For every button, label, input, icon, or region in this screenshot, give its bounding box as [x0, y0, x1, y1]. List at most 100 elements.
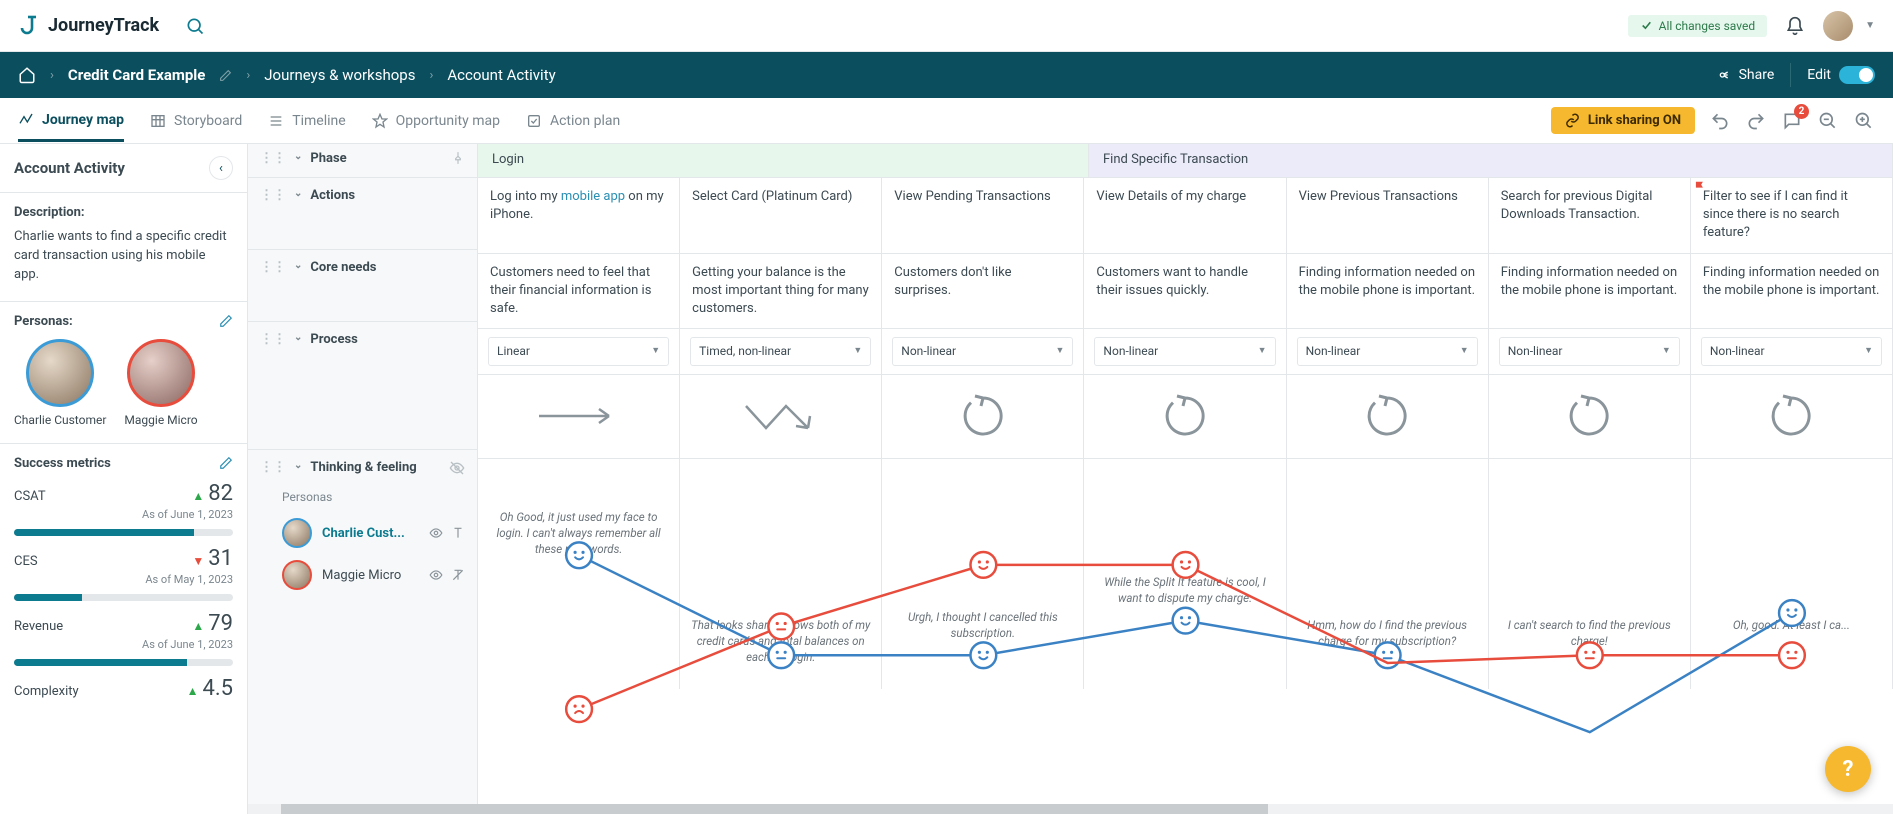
undo-icon[interactable] [1709, 110, 1731, 132]
process-select[interactable]: Non-linear▼ [1094, 337, 1275, 366]
comments-icon[interactable]: 2 [1781, 110, 1803, 132]
grip-icon[interactable]: ⋮⋮ [260, 260, 286, 275]
chevron-down-icon[interactable]: ⌄ [294, 460, 302, 471]
thinking-persona-maggie[interactable]: Maggie Micro [282, 554, 465, 596]
grip-icon[interactable]: ⋮⋮ [260, 188, 286, 203]
link-sharing-button[interactable]: Link sharing ON [1551, 107, 1695, 134]
thinking-persona-charlie[interactable]: Charlie Cust... [282, 512, 465, 554]
process-visual [478, 375, 680, 458]
action-cell[interactable]: Select Card (Platinum Card) [680, 178, 882, 253]
redo-icon[interactable] [1745, 110, 1767, 132]
thinking-cell[interactable]: Oh Good, it just used my face to login. … [478, 459, 680, 689]
process-cell: Linear▼ [478, 329, 680, 374]
process-select[interactable]: Non-linear▼ [892, 337, 1073, 366]
phase-login[interactable]: Login [478, 144, 1089, 177]
need-cell[interactable]: Finding information needed on the mobile… [1287, 254, 1489, 329]
action-cell[interactable]: View Details of my charge [1084, 178, 1286, 253]
chevron-down-icon[interactable]: ⌄ [294, 188, 302, 199]
breadcrumb-project[interactable]: Credit Card Example [68, 66, 205, 84]
persona-name: Maggie Micro [124, 413, 197, 427]
horizontal-scrollbar[interactable] [248, 804, 1893, 814]
process-select[interactable]: Non-linear▼ [1297, 337, 1478, 366]
need-cell[interactable]: Finding information needed on the mobile… [1691, 254, 1893, 329]
share-button[interactable]: Share [1717, 67, 1775, 83]
home-icon[interactable] [18, 66, 36, 84]
action-cell[interactable]: Search for previous Digital Downloads Tr… [1489, 178, 1691, 253]
rowlabel-needs[interactable]: ⋮⋮ ⌄ Core needs [248, 250, 477, 322]
grip-icon[interactable]: ⋮⋮ [260, 460, 286, 475]
sidebar-header: Account Activity ‹ [0, 144, 247, 193]
visibility-icon[interactable] [449, 460, 465, 476]
zoom-out-icon[interactable] [1817, 110, 1839, 132]
rowlabel-thinking[interactable]: ⋮⋮ ⌄ Thinking & feeling [248, 450, 477, 486]
thinking-text: Oh Good, it just used my face to login. … [486, 509, 671, 557]
tab-opportunity[interactable]: Opportunity map [372, 102, 500, 140]
need-cell[interactable]: Getting your balance is the most importa… [680, 254, 882, 329]
process-select[interactable]: Timed, non-linear▼ [690, 337, 871, 366]
toggle-switch[interactable] [1839, 66, 1875, 84]
chevron-down-icon[interactable]: ⌄ [294, 332, 302, 343]
visibility-icon[interactable] [429, 526, 443, 540]
sidebar: Account Activity ‹ Description: Charlie … [0, 144, 248, 814]
metric-complexity: Complexity ▲4.5 [14, 676, 233, 701]
breadcrumb-page[interactable]: Account Activity [447, 66, 555, 84]
sidebar-personas-block: Personas: Charlie Customer Maggie Micro [0, 302, 247, 444]
process-select[interactable]: Linear▼ [488, 337, 669, 366]
tab-timeline[interactable]: Timeline [268, 102, 345, 140]
phase-find[interactable]: Find Specific Transaction [1089, 144, 1893, 177]
tab-label: Opportunity map [396, 113, 500, 129]
thinking-cell[interactable]: That looks sharp…shows both of my credit… [680, 459, 882, 689]
breadcrumb-section[interactable]: Journeys & workshops [264, 66, 415, 84]
chevron-down-icon[interactable]: ⌄ [294, 260, 302, 271]
avatar[interactable] [1823, 11, 1853, 41]
grip-icon[interactable]: ⋮⋮ [260, 332, 286, 347]
action-cell[interactable]: Log into my mobile app on my iPhone. [478, 178, 680, 253]
text-icon[interactable] [451, 526, 465, 540]
persona-maggie[interactable]: Maggie Micro [124, 339, 197, 427]
action-cell[interactable]: View Previous Transactions [1287, 178, 1489, 253]
grip-icon[interactable]: ⋮⋮ [260, 151, 286, 166]
chevron-down-icon[interactable]: ⌄ [294, 151, 302, 162]
search-icon[interactable] [185, 16, 205, 36]
thinking-cell[interactable]: Oh, good. At least I ca... [1691, 459, 1893, 689]
need-cell[interactable]: Finding information needed on the mobile… [1489, 254, 1691, 329]
link[interactable]: mobile app [561, 189, 625, 204]
chevron-down-icon: ▼ [1056, 345, 1065, 358]
need-cell[interactable]: Customers need to feel that their financ… [478, 254, 680, 329]
edit-metrics-icon[interactable] [219, 456, 233, 470]
tab-storyboard[interactable]: Storyboard [150, 102, 242, 140]
zoom-in-icon[interactable] [1853, 110, 1875, 132]
thinking-cell[interactable]: Hmm, how do I find the previous charge f… [1287, 459, 1489, 689]
thinking-cell[interactable]: While the Split It feature is cool, I wa… [1084, 459, 1286, 689]
process-select[interactable]: Non-linear▼ [1499, 337, 1680, 366]
edit-project-icon[interactable] [219, 69, 232, 82]
action-cell[interactable]: Filter to see if I can find it since the… [1691, 178, 1893, 253]
metric-name: CES [14, 554, 38, 569]
metric-date: As of May 1, 2023 [14, 573, 233, 586]
visibility-icon[interactable] [429, 568, 443, 582]
metric-revenue: Revenue ▲79 As of June 1, 2023 [14, 611, 233, 666]
logo[interactable]: JourneyTrack [18, 14, 159, 38]
notifications-icon[interactable] [1785, 16, 1805, 36]
tab-action-plan[interactable]: Action plan [526, 102, 620, 140]
topbar: JourneyTrack All changes saved ▼ [0, 0, 1893, 52]
thinking-cell[interactable]: Urgh, I thought I cancelled this subscri… [882, 459, 1084, 689]
need-cell[interactable]: Customers want to handle their issues qu… [1084, 254, 1286, 329]
process-select[interactable]: Non-linear▼ [1701, 337, 1882, 366]
rowlabel-process[interactable]: ⋮⋮ ⌄ Process [248, 322, 477, 450]
edit-personas-icon[interactable] [219, 314, 233, 328]
rowlabel-actions[interactable]: ⋮⋮ ⌄ Actions [248, 178, 477, 250]
action-cell[interactable]: View Pending Transactions [882, 178, 1084, 253]
text-off-icon[interactable] [451, 568, 465, 582]
thinking-cell[interactable]: I can't search to find the previous char… [1489, 459, 1691, 689]
tab-journey-map[interactable]: Journey map [18, 101, 124, 142]
persona-charlie[interactable]: Charlie Customer [14, 339, 106, 427]
rowlabel-phase[interactable]: ⋮⋮ ⌄ Phase [248, 144, 477, 178]
need-cell[interactable]: Customers don't like surprises. [882, 254, 1084, 329]
chevron-down-icon[interactable]: ▼ [1865, 20, 1875, 31]
pin-icon[interactable] [451, 151, 465, 165]
edit-toggle[interactable]: Edit [1807, 66, 1875, 84]
edit-label: Edit [1807, 67, 1831, 83]
help-button[interactable]: ? [1825, 746, 1871, 792]
collapse-sidebar-icon[interactable]: ‹ [209, 156, 233, 180]
